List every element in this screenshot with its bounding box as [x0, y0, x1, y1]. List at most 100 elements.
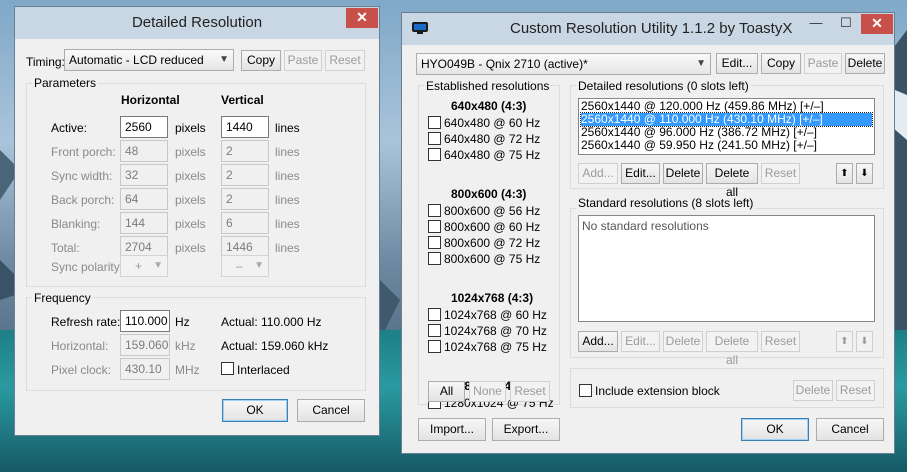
cancel-button[interactable]: Cancel [297, 399, 365, 422]
vertical-param-field[interactable]: 2 [221, 164, 269, 186]
established-resolution-label: 800x600 @ 75 Hz [444, 252, 541, 266]
vertical-sync-polarity-select[interactable]: – ▼ [221, 255, 269, 277]
horizontal-freq-field[interactable]: 159.060 [120, 334, 170, 356]
extension-delete-button[interactable]: Delete [793, 380, 833, 401]
delete-standard-button[interactable]: Delete [663, 331, 703, 352]
standard-resolutions-list[interactable]: No standard resolutions [578, 215, 875, 322]
established-resolution-checkbox[interactable] [428, 324, 441, 337]
established-resolution-checkbox[interactable] [428, 308, 441, 321]
close-icon[interactable]: ✕ [346, 8, 378, 28]
detailed-resolution-window: Detailed Resolution ✕ Timing: Automatic … [14, 6, 380, 436]
select-none-button[interactable]: None [469, 381, 506, 402]
monitor-icon [412, 22, 428, 34]
vertical-param-field[interactable]: 1440 [221, 116, 269, 138]
established-resolution-label: 640x480 @ 75 Hz [444, 148, 541, 162]
chevron-down-icon: ▼ [153, 260, 163, 271]
add-detailed-button[interactable]: Add... [578, 163, 618, 184]
established-resolution-checkbox[interactable] [428, 252, 441, 265]
established-resolution-checkbox[interactable] [428, 204, 441, 217]
horizontal-param-unit: pixels [175, 169, 206, 183]
reset-detailed-button[interactable]: Reset [761, 163, 800, 184]
horizontal-param-field[interactable]: 2560 [120, 116, 168, 138]
vertical-param-unit: lines [275, 193, 300, 207]
refresh-rate-field[interactable]: 110.000 [120, 310, 170, 332]
ok-button[interactable]: OK [222, 399, 288, 422]
delete-all-standard-button[interactable]: Delete all [706, 331, 758, 367]
paste-button[interactable]: Paste [284, 50, 322, 71]
established-resolution-label: 800x600 @ 60 Hz [444, 220, 541, 234]
reset-standard-button[interactable]: Reset [761, 331, 800, 352]
extension-reset-button[interactable]: Reset [836, 380, 875, 401]
horizontal-freq-actual: Actual: 159.060 kHz [221, 339, 329, 353]
horizontal-param-field[interactable]: 48 [120, 140, 168, 162]
established-resolution-label: 640x480 @ 72 Hz [444, 132, 541, 146]
established-resolution-label: 800x600 @ 72 Hz [444, 236, 541, 250]
horizontal-sync-polarity-select[interactable]: + ▼ [120, 255, 168, 277]
vertical-param-unit: lines [275, 241, 300, 255]
edit-detailed-button[interactable]: Edit... [621, 163, 660, 184]
pixel-clock-field[interactable]: 430.10 [120, 358, 170, 380]
detailed-resolution-titlebar[interactable]: Detailed Resolution ✕ [15, 7, 379, 39]
established-resolution-checkbox[interactable] [428, 340, 441, 353]
arrow-up-icon[interactable]: ⬆ [836, 331, 853, 352]
timing-select[interactable]: Automatic - LCD reduced ▼ [64, 49, 234, 71]
ok-button[interactable]: OK [741, 418, 809, 441]
detailed-resolution-item[interactable]: 2560x1440 @ 59.950 Hz (241.50 MHz) [+/–] [581, 139, 872, 152]
minimize-icon[interactable]: — [802, 14, 830, 34]
reset-button[interactable]: Reset [325, 50, 365, 71]
pixel-clock-label: Pixel clock: [51, 363, 112, 377]
standard-resolutions-label: Standard resolutions (8 slots left) [576, 196, 756, 210]
established-reset-button[interactable]: Reset [510, 381, 550, 402]
vertical-param-unit: lines [275, 121, 300, 135]
vertical-param-field[interactable]: 2 [221, 188, 269, 210]
cru-titlebar[interactable]: Custom Resolution Utility 1.1.2 by Toast… [402, 13, 894, 45]
vertical-param-field[interactable]: 6 [221, 212, 269, 234]
established-resolution-checkbox[interactable] [428, 132, 441, 145]
copy-monitor-button[interactable]: Copy [761, 53, 801, 74]
standard-empty-text: No standard resolutions [582, 219, 709, 233]
detailed-resolutions-label: Detailed resolutions (0 slots left) [576, 79, 751, 93]
established-group-header: 1024x768 (4:3) [451, 291, 534, 305]
delete-detailed-button[interactable]: Delete [663, 163, 703, 184]
established-resolution-checkbox[interactable] [428, 116, 441, 129]
cancel-button[interactable]: Cancel [816, 418, 884, 441]
maximize-icon[interactable]: ☐ [832, 14, 860, 34]
window-title: Custom Resolution Utility 1.1.2 by Toast… [510, 20, 793, 37]
close-icon[interactable]: ✕ [861, 14, 893, 34]
established-resolution-checkbox[interactable] [428, 236, 441, 249]
horizontal-param-unit: pixels [175, 121, 206, 135]
vertical-param-field[interactable]: 2 [221, 140, 269, 162]
arrow-up-icon[interactable]: ⬆ [836, 163, 853, 184]
import-button[interactable]: Import... [418, 418, 486, 441]
paste-monitor-button[interactable]: Paste [804, 53, 842, 74]
edit-monitor-button[interactable]: Edit... [716, 53, 758, 74]
established-resolution-label: 1024x768 @ 70 Hz [444, 324, 547, 338]
edit-standard-button[interactable]: Edit... [621, 331, 660, 352]
select-all-button[interactable]: All [428, 381, 465, 402]
horizontal-param-unit: pixels [175, 145, 206, 159]
monitor-select[interactable]: HYO049B - Qnix 2710 (active)* ▼ [416, 53, 711, 75]
horizontal-param-field[interactable]: 32 [120, 164, 168, 186]
param-row-label: Back porch: [51, 193, 115, 207]
copy-button[interactable]: Copy [241, 50, 281, 71]
horizontal-header: Horizontal [121, 93, 180, 107]
param-row-label: Blanking: [51, 217, 101, 231]
established-resolution-checkbox[interactable] [428, 148, 441, 161]
delete-all-detailed-button[interactable]: Delete all [706, 163, 758, 199]
arrow-down-icon[interactable]: ⬇ [856, 331, 873, 352]
arrow-down-icon[interactable]: ⬇ [856, 163, 873, 184]
add-standard-button[interactable]: Add... [578, 331, 618, 352]
include-extension-checkbox[interactable] [579, 384, 592, 397]
window-title: Detailed Resolution [131, 14, 263, 31]
export-button[interactable]: Export... [492, 418, 560, 441]
horizontal-param-field[interactable]: 64 [120, 188, 168, 210]
interlaced-checkbox[interactable] [221, 362, 234, 375]
established-resolution-checkbox[interactable] [428, 220, 441, 233]
horizontal-freq-label: Horizontal: [51, 339, 109, 353]
detailed-resolutions-list[interactable]: 2560x1440 @ 120.000 Hz (459.86 MHz) [+/–… [578, 98, 875, 155]
horizontal-param-field[interactable]: 144 [120, 212, 168, 234]
sync-polarity-label: Sync polarity: [51, 260, 124, 274]
parameters-group [26, 83, 366, 287]
refresh-rate-label: Refresh rate: [51, 315, 121, 329]
delete-monitor-button[interactable]: Delete [845, 53, 885, 74]
